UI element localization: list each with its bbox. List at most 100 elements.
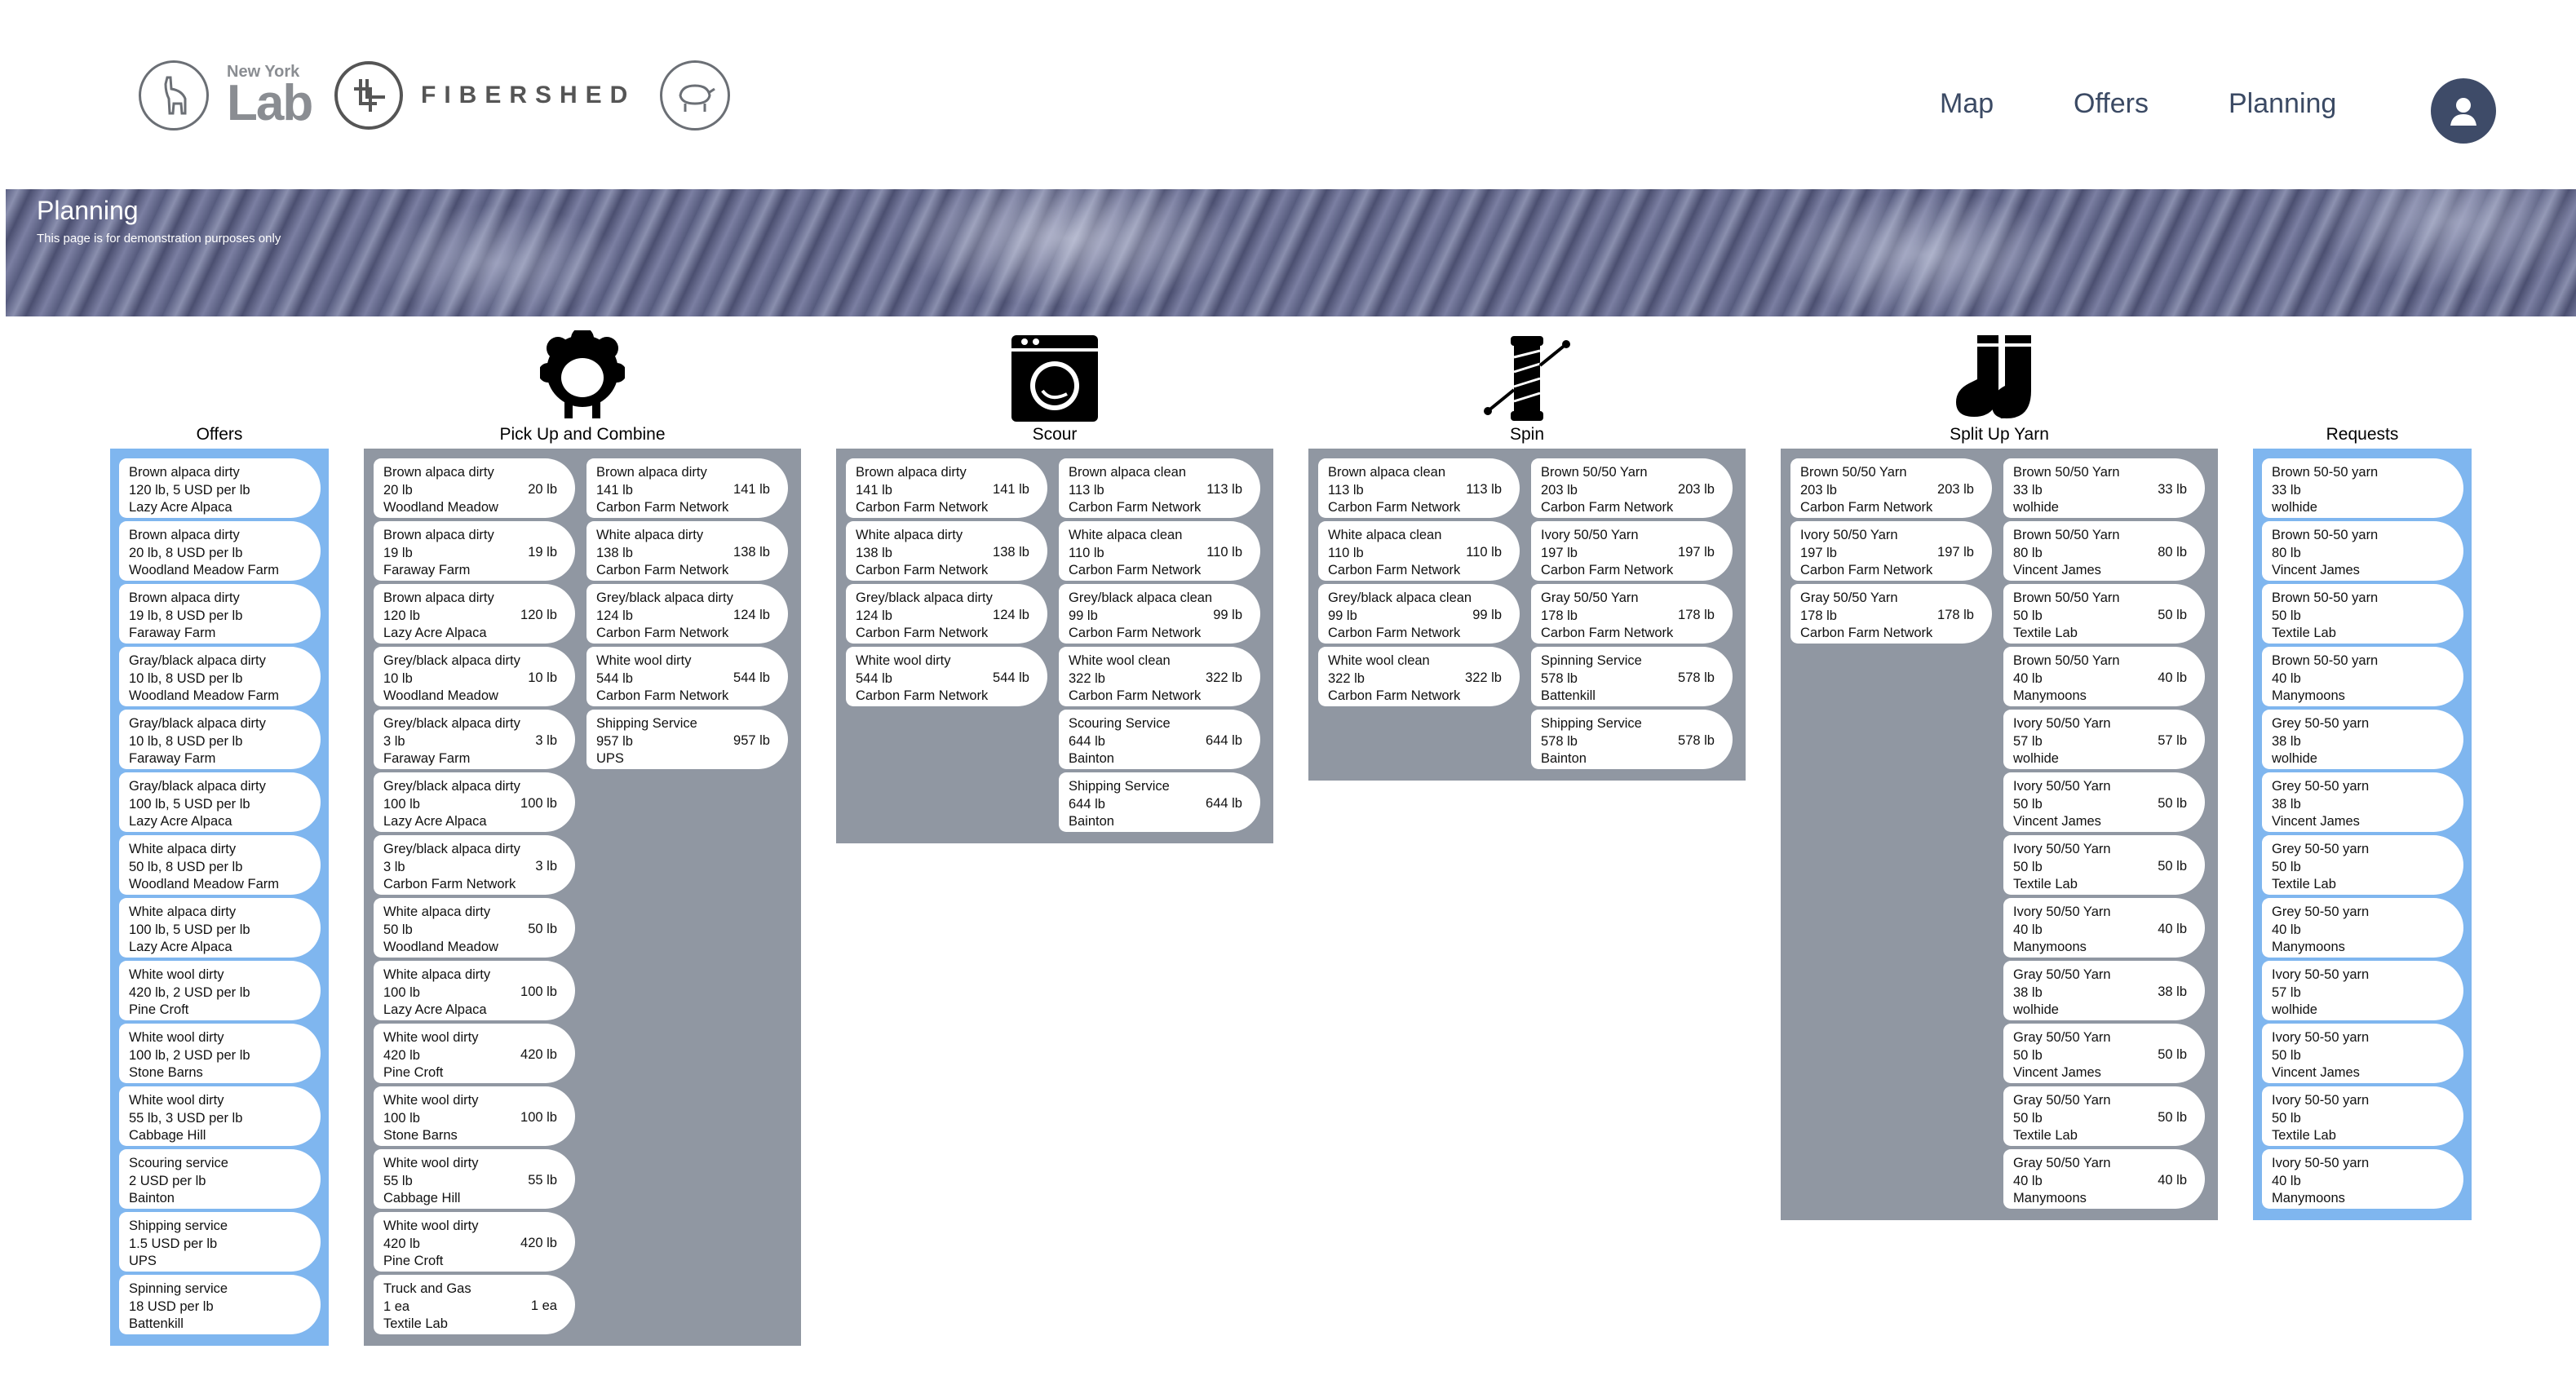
list-item[interactable]: Spinning Service 578 lb Battenkill 578 lb [1531, 647, 1733, 706]
list-item[interactable]: White alpaca clean 110 lb Carbon Farm Netw… [1059, 521, 1260, 581]
list-item[interactable]: Ivory 50/50 Yarn 50 lb Vincent James 50 lb [2003, 772, 2205, 832]
list-item[interactable]: White alpaca dirty 100 lb Lazy Acre Alpaca… [374, 961, 575, 1020]
list-item[interactable]: Gray/black alpaca dirty 100 lb, 5 USD per… [119, 772, 321, 832]
list-item[interactable]: Brown alpaca dirty 120 lb Lazy Acre Alpaca… [374, 584, 575, 644]
user-avatar-icon[interactable] [2431, 78, 2496, 144]
list-item[interactable]: Ivory 50-50 yarn 40 lb Manymoons [2262, 1149, 2463, 1209]
list-item[interactable]: Ivory 50-50 yarn 50 lb Textile Lab [2262, 1086, 2463, 1146]
list-item[interactable]: Ivory 50-50 yarn 57 lb wolhide [2262, 961, 2463, 1020]
list-item[interactable]: Ivory 50/50 Yarn 57 lb wolhide 57 lb [2003, 710, 2205, 769]
list-item[interactable]: White wool dirty 544 lb Carbon Farm Networ… [846, 647, 1047, 706]
list-item[interactable]: Gray 50/50 Yarn 38 lb wolhide 38 lb [2003, 961, 2205, 1020]
list-item[interactable]: Gray/black alpaca dirty 10 lb, 8 USD per … [119, 710, 321, 769]
list-item[interactable]: Brown alpaca clean 113 lb Carbon Farm Netw… [1318, 458, 1520, 518]
list-item[interactable]: Gray 50/50 Yarn 50 lb Textile Lab 50 lb [2003, 1086, 2205, 1146]
list-item[interactable]: Gray 50/50 Yarn 178 lb Carbon Farm Network… [1531, 584, 1733, 644]
list-item[interactable]: Grey/black alpaca dirty 124 lb Carbon Farm… [846, 584, 1047, 644]
list-item[interactable]: Brown alpaca dirty 141 lb Carbon Farm Netw… [846, 458, 1047, 518]
list-item[interactable]: White wool dirty 100 lb Stone Barns 100 lb [374, 1086, 575, 1146]
list-item[interactable]: White wool dirty 420 lb Pine Croft 420 lb [374, 1212, 575, 1272]
item-quantity: 19 lb, 8 USD per lb [129, 608, 243, 623]
yarn-spool-icon [1481, 333, 1573, 428]
item-name: Brown alpaca dirty [383, 528, 494, 542]
list-item[interactable]: Brown 50-50 yarn 50 lb Textile Lab [2262, 584, 2463, 644]
list-item[interactable]: Brown alpaca dirty 20 lb, 8 USD per lb Woo… [119, 521, 321, 581]
list-item[interactable]: Grey 50-50 yarn 50 lb Textile Lab [2262, 835, 2463, 895]
item-name: Brown 50-50 yarn [2272, 528, 2379, 542]
list-item[interactable]: Brown 50-50 yarn 40 lb Manymoons [2262, 647, 2463, 706]
list-item[interactable]: Shipping Service 644 lb Bainton 644 lb [1059, 772, 1260, 832]
list-item[interactable]: Ivory 50/50 Yarn 50 lb Textile Lab 50 lb [2003, 835, 2205, 895]
list-item[interactable]: Brown 50/50 Yarn 33 lb wolhide 33 lb [2003, 458, 2205, 518]
list-item[interactable]: White alpaca dirty 138 lb Carbon Farm Netw… [846, 521, 1047, 581]
nav-offers-link[interactable]: Offers [2074, 88, 2149, 120]
list-item[interactable]: Scouring Service 644 lb Bainton 644 lb [1059, 710, 1260, 769]
list-item[interactable]: Shipping service 1.5 USD per lb UPS [119, 1212, 321, 1272]
list-item[interactable]: Grey/black alpaca clean 99 lb Carbon Farm … [1059, 584, 1260, 644]
list-item[interactable]: Gray 50/50 Yarn 50 lb Vincent James 50 lb [2003, 1024, 2205, 1083]
list-item[interactable]: Grey/black alpaca dirty 100 lb Lazy Acre A… [374, 772, 575, 832]
list-item[interactable]: Gray 50/50 Yarn 40 lb Manymoons 40 lb [2003, 1149, 2205, 1209]
list-item[interactable]: Grey/black alpaca dirty 10 lb Woodland Mea… [374, 647, 575, 706]
list-item[interactable]: Grey/black alpaca clean 99 lb Carbon Farm … [1318, 584, 1520, 644]
list-item[interactable]: Brown alpaca dirty 20 lb Woodland Meadow 20… [374, 458, 575, 518]
list-item[interactable]: White wool dirty 420 lb Pine Croft 420 lb [374, 1024, 575, 1083]
list-item[interactable]: Shipping Service 578 lb Bainton 578 lb [1531, 710, 1733, 769]
list-item[interactable]: Ivory 50-50 yarn 50 lb Vincent James [2262, 1024, 2463, 1083]
item-amount: 50 lb [2158, 1047, 2187, 1062]
list-item[interactable]: Grey 50-50 yarn 40 lb Manymoons [2262, 898, 2463, 958]
list-item[interactable]: White wool dirty 100 lb, 2 USD per lb Ston… [119, 1024, 321, 1083]
list-item[interactable]: White alpaca dirty 50 lb Woodland Meadow 50… [374, 898, 575, 958]
item-source: Textile Lab [2013, 877, 2078, 891]
list-item[interactable]: Ivory 50/50 Yarn 40 lb Manymoons 40 lb [2003, 898, 2205, 958]
list-item[interactable]: Ivory 50/50 Yarn 197 lb Carbon Farm Networ… [1790, 521, 1992, 581]
list-item[interactable]: Grey/black alpaca dirty 124 lb Carbon Farm… [586, 584, 788, 644]
list-item[interactable]: White alpaca dirty 100 lb, 5 USD per lb La… [119, 898, 321, 958]
list-item[interactable]: Brown 50/50 Yarn 80 lb Vincent James 80 lb [2003, 521, 2205, 581]
list-item[interactable]: Grey/black alpaca dirty 3 lb Faraway Farm 3… [374, 710, 575, 769]
item-amount: 197 lb [1678, 545, 1715, 560]
list-item[interactable]: Brown 50-50 yarn 33 lb wolhide [2262, 458, 2463, 518]
list-item[interactable]: Brown alpaca dirty 120 lb, 5 USD per lb La… [119, 458, 321, 518]
list-item[interactable]: Shipping Service 957 lb UPS 957 lb [586, 710, 788, 769]
list-item[interactable]: Brown 50/50 Yarn 40 lb Manymoons 40 lb [2003, 647, 2205, 706]
spin-column-panel: Brown alpaca clean 113 lb Carbon Farm Netw… [1308, 449, 1746, 781]
list-item[interactable]: Brown 50/50 Yarn 203 lb Carbon Farm Networ… [1790, 458, 1992, 518]
item-source: Manymoons [2013, 940, 2087, 954]
list-item[interactable]: Brown 50/50 Yarn 203 lb Carbon Farm Networ… [1531, 458, 1733, 518]
list-item[interactable]: Grey 50-50 yarn 38 lb wolhide [2262, 710, 2463, 769]
list-item[interactable]: White alpaca dirty 138 lb Carbon Farm Netw… [586, 521, 788, 581]
list-item[interactable]: Spinning service 18 USD per lb Battenkill [119, 1275, 321, 1334]
list-item[interactable]: Gray 50/50 Yarn 178 lb Carbon Farm Network… [1790, 584, 1992, 644]
list-item[interactable]: White alpaca dirty 50 lb, 8 USD per lb Woo… [119, 835, 321, 895]
list-item[interactable]: Brown alpaca dirty 19 lb, 8 USD per lb Far… [119, 584, 321, 644]
list-item[interactable]: Brown 50/50 Yarn 50 lb Textile Lab 50 lb [2003, 584, 2205, 644]
list-item[interactable]: Brown alpaca clean 113 lb Carbon Farm Netw… [1059, 458, 1260, 518]
list-item[interactable]: White wool clean 322 lb Carbon Farm Networ… [1059, 647, 1260, 706]
list-item[interactable]: White wool dirty 420 lb, 2 USD per lb Pine… [119, 961, 321, 1020]
list-item[interactable]: Truck and Gas 1 ea Textile Lab 1 ea [374, 1275, 575, 1334]
item-name: Brown 50/50 Yarn [2013, 653, 2120, 668]
item-amount: 138 lb [993, 545, 1029, 560]
list-item[interactable]: Grey 50-50 yarn 38 lb Vincent James [2262, 772, 2463, 832]
list-item[interactable]: White alpaca clean 110 lb Carbon Farm Netw… [1318, 521, 1520, 581]
item-source: Textile Lab [2272, 1128, 2336, 1143]
list-item[interactable]: Brown alpaca dirty 141 lb Carbon Farm Netw… [586, 458, 788, 518]
spin-column-title: Spin [1509, 425, 1545, 444]
item-source: Battenkill [1541, 688, 1596, 703]
list-item[interactable]: Grey/black alpaca dirty 3 lb Carbon Farm N… [374, 835, 575, 895]
nav-planning-link[interactable]: Planning [2229, 88, 2336, 120]
pickup-column-title: Pick Up and Combine [499, 425, 666, 444]
list-item[interactable]: Ivory 50/50 Yarn 197 lb Carbon Farm Networ… [1531, 521, 1733, 581]
item-quantity: 50 lb [2272, 1047, 2301, 1063]
item-source: Carbon Farm Network [1069, 500, 1202, 515]
list-item[interactable]: White wool dirty 55 lb Cabbage Hill 55 lb [374, 1149, 575, 1209]
list-item[interactable]: White wool clean 322 lb Carbon Farm Networ… [1318, 647, 1520, 706]
list-item[interactable]: Brown 50-50 yarn 80 lb Vincent James [2262, 521, 2463, 581]
list-item[interactable]: Gray/black alpaca dirty 10 lb, 8 USD per … [119, 647, 321, 706]
list-item[interactable]: White wool dirty 544 lb Carbon Farm Networ… [586, 647, 788, 706]
list-item[interactable]: Scouring service 2 USD per lb Bainton [119, 1149, 321, 1209]
nav-map-link[interactable]: Map [1940, 88, 1994, 120]
list-item[interactable]: Brown alpaca dirty 19 lb Faraway Farm 19 lb [374, 521, 575, 581]
list-item[interactable]: White wool dirty 55 lb, 3 USD per lb Cabba… [119, 1086, 321, 1146]
